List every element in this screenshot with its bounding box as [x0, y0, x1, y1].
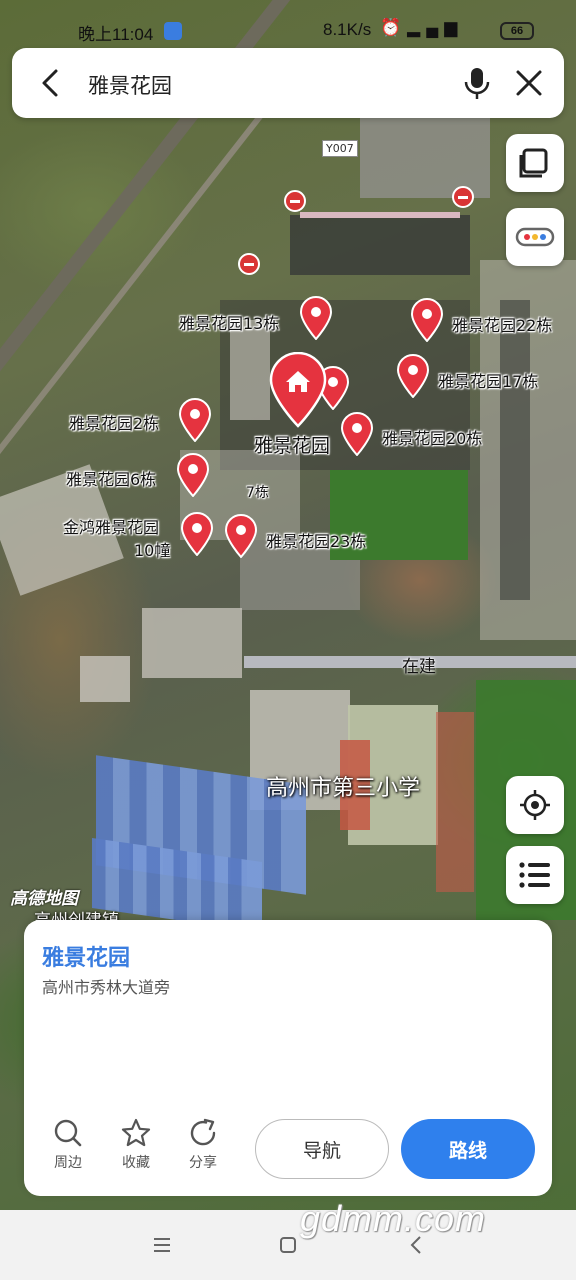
search-icon: [54, 1119, 82, 1147]
marker-label[interactable]: 雅景花园17栋: [438, 368, 538, 392]
favorite-label: 收藏: [122, 1155, 150, 1171]
close-icon[interactable]: [512, 66, 546, 100]
watermark: gdmm.com: [300, 1198, 487, 1239]
poi-detail-card[interactable]: 雅景花园 高州市秀林大道旁 周边 收藏 分享 导航 路线: [24, 920, 552, 1196]
status-icons: ⏰▂▄▆: [380, 18, 463, 38]
locate-icon: [520, 790, 550, 820]
share-label: 分享: [189, 1155, 217, 1171]
road-label: Y007: [322, 140, 358, 157]
layers-icon: [519, 148, 548, 178]
microphone-icon[interactable]: [460, 66, 494, 102]
share-button[interactable]: 分享: [178, 1118, 228, 1172]
marker-label[interactable]: 10幢: [134, 537, 170, 561]
back-icon[interactable]: [408, 1235, 424, 1255]
network-icon: [164, 22, 182, 40]
search-query[interactable]: 雅景花园: [88, 70, 172, 100]
school-label[interactable]: 高州市第三小学: [266, 770, 420, 802]
home-marker-icon[interactable]: [268, 352, 328, 428]
construction-label: 在建: [402, 657, 436, 677]
nearby-label: 周边: [54, 1155, 82, 1171]
marker-label[interactable]: 雅景花园2栋: [69, 410, 159, 434]
marker-label[interactable]: 雅景花园22栋: [452, 312, 552, 336]
no-entry-icon: [452, 186, 474, 208]
marker-label[interactable]: 雅景花园23栋: [266, 528, 366, 552]
toggle-icon: [515, 227, 555, 247]
share-icon: [190, 1118, 216, 1146]
no-entry-icon: [284, 190, 306, 212]
marker-label[interactable]: 7栋: [246, 482, 269, 502]
status-bar: 晚上11:04 8.1K/s ⏰▂▄▆ 66: [0, 0, 576, 46]
list-icon: [519, 862, 550, 888]
no-entry-icon: [238, 253, 260, 275]
alarm-icon: ⏰: [380, 18, 408, 37]
system-navigation-bar: gdmm.com: [0, 1198, 576, 1280]
marker-label[interactable]: 雅景花园20栋: [382, 425, 482, 449]
map-pin-icon[interactable]: [299, 296, 333, 340]
map-pin-icon[interactable]: [178, 398, 212, 442]
locate-button[interactable]: [506, 776, 564, 834]
marker-label[interactable]: 金鸿雅景花园: [63, 514, 159, 538]
home-icon[interactable]: [279, 1236, 297, 1254]
favorite-button[interactable]: 收藏: [111, 1118, 161, 1172]
map-pin-icon[interactable]: [176, 453, 210, 497]
nearby-button[interactable]: 周边: [43, 1118, 93, 1172]
back-arrow-icon[interactable]: [34, 65, 70, 101]
poi-address: 高州市秀林大道旁: [42, 978, 171, 997]
selected-poi-label[interactable]: 雅景花园: [254, 431, 330, 458]
map-pin-icon[interactable]: [340, 412, 374, 456]
route-button[interactable]: 路线: [401, 1119, 535, 1179]
star-icon: [121, 1118, 151, 1147]
battery-indicator: 66: [500, 22, 534, 40]
layers-button[interactable]: [506, 134, 564, 192]
menu-icon[interactable]: [152, 1236, 172, 1254]
network-speed: 8.1K/s: [323, 20, 372, 39]
marker-label[interactable]: 雅景花园6栋: [66, 466, 156, 490]
map-pin-icon[interactable]: [224, 514, 258, 558]
navigate-button[interactable]: 导航: [255, 1119, 389, 1179]
search-bar[interactable]: 雅景花园: [12, 48, 564, 118]
poi-title[interactable]: 雅景花园: [42, 940, 130, 972]
map-pin-icon[interactable]: [410, 298, 444, 342]
list-button[interactable]: [506, 846, 564, 904]
status-time: 晚上11:04: [78, 25, 154, 44]
more-layers-button[interactable]: [506, 208, 564, 266]
map-pin-icon[interactable]: [396, 354, 430, 398]
map-pin-icon[interactable]: [180, 512, 214, 556]
marker-label[interactable]: 雅景花园13栋: [179, 310, 279, 334]
signal-icon: ▂▄▆: [407, 18, 464, 37]
